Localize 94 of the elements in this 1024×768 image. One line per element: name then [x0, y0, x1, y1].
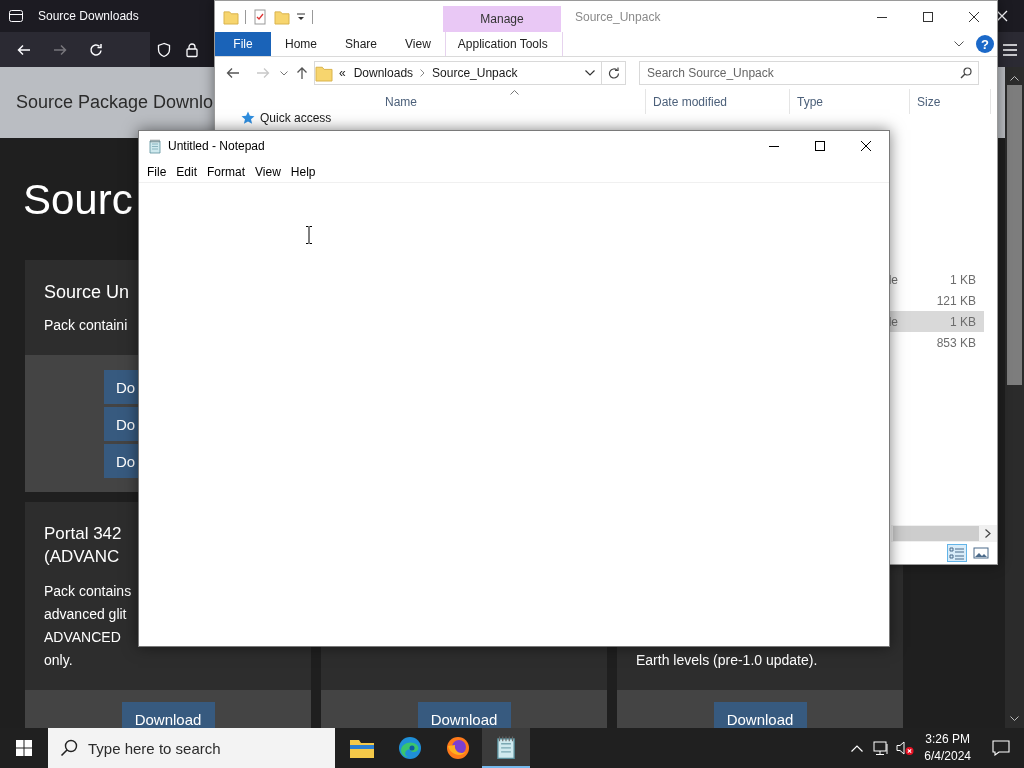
shield-icon[interactable]	[156, 41, 172, 58]
scroll-thumb[interactable]	[1007, 85, 1022, 385]
folder-icon[interactable]	[349, 737, 375, 759]
text-cursor-icon	[305, 226, 313, 244]
column-header[interactable]: Date modified	[646, 89, 790, 114]
download-button[interactable]: Do	[104, 444, 138, 478]
star-icon[interactable]	[241, 111, 255, 125]
file-row[interactable]: le 1 KB	[886, 269, 984, 290]
column-header[interactable]: Name	[378, 89, 646, 114]
nav-item[interactable]: Quick access	[260, 111, 332, 125]
chevron-down-icon[interactable]	[954, 41, 964, 47]
window-title: Source_Unpack	[574, 8, 661, 26]
lock-icon[interactable]	[184, 41, 200, 58]
maximize-icon[interactable]	[815, 141, 825, 151]
chevron-right-icon	[420, 69, 426, 77]
chevron-up-icon[interactable]	[851, 744, 864, 752]
close-icon[interactable]	[969, 11, 979, 22]
card-title: Portal 342	[44, 523, 122, 545]
table-cell-text: 853 KB	[935, 334, 977, 352]
context-tab-header: Manage	[443, 6, 561, 32]
table-cell-text: le	[888, 271, 899, 289]
menu-item[interactable]: Edit	[171, 162, 203, 181]
table-cell-text: 1 KB	[949, 313, 977, 331]
recent-locations-icon[interactable]	[280, 70, 288, 76]
tab-list-icon[interactable]	[8, 8, 24, 24]
search-icon[interactable]	[960, 67, 972, 79]
dropdown-icon[interactable]	[585, 70, 595, 76]
table-cell-text: 1 KB	[949, 271, 977, 289]
page-heading: Sourc	[23, 175, 133, 225]
volume-muted-icon[interactable]	[896, 740, 915, 756]
clock-date: 6/4/2024	[924, 748, 971, 765]
card-description: only.	[44, 651, 73, 670]
back-icon[interactable]	[226, 67, 240, 79]
dropdown-icon[interactable]	[296, 11, 306, 22]
menu-icon[interactable]	[1003, 43, 1017, 56]
ribbon-tab[interactable]: Share	[331, 32, 392, 56]
sort-caret-icon[interactable]	[510, 90, 519, 95]
refresh-icon[interactable]	[607, 67, 620, 79]
clock[interactable]: 3:26 PM 6/4/2024	[917, 731, 978, 765]
ribbon-tab[interactable]: File	[215, 32, 271, 56]
ribbon-tab[interactable]: View	[391, 32, 445, 56]
address-field[interactable]: « Downloads Source_Unpack	[314, 61, 626, 85]
site-title: Source Package Downlo	[16, 92, 214, 113]
card-description: advanced glit	[44, 605, 127, 624]
flame-globe-icon[interactable]	[446, 736, 470, 760]
taskbar-button[interactable]	[482, 728, 530, 768]
network-icon[interactable]	[873, 740, 890, 756]
maximize-icon[interactable]	[923, 11, 933, 22]
download-button[interactable]: Download	[713, 702, 807, 728]
ribbon-tab[interactable]: Application Tools	[444, 32, 563, 56]
column-header[interactable]: Type	[790, 89, 910, 114]
breadcrumb[interactable]: Source_Unpack	[428, 66, 522, 80]
card-description: Earth levels (pre-1.0 update).	[636, 651, 818, 670]
help-button[interactable]: ?	[976, 35, 994, 53]
download-button[interactable]: Do	[104, 407, 138, 441]
download-button[interactable]: Download	[121, 702, 215, 728]
column-header[interactable]: Size	[910, 89, 991, 114]
card-title: Source Un	[44, 281, 130, 304]
close-icon[interactable]	[861, 141, 871, 151]
table-cell-text: le	[888, 313, 899, 331]
menu-item[interactable]: View	[250, 162, 286, 181]
search-field[interactable]: Search Source_Unpack	[639, 61, 979, 85]
table-cell-text: 121 KB	[935, 292, 977, 310]
breadcrumb[interactable]: Downloads	[349, 66, 418, 80]
menu-item[interactable]: File	[142, 162, 172, 181]
up-icon[interactable]	[296, 66, 308, 80]
search-icon[interactable]	[60, 739, 78, 757]
card-description: Pack containi	[44, 316, 128, 334]
download-button[interactable]: Do	[104, 370, 138, 404]
reload-icon[interactable]	[88, 41, 104, 58]
swirl-icon[interactable]	[398, 736, 422, 760]
scroll-up-icon[interactable]	[1010, 75, 1019, 81]
checklist-icon[interactable]	[252, 8, 268, 25]
window-title: Untitled - Notepad	[168, 139, 265, 153]
menu-item[interactable]: Help	[285, 162, 321, 181]
card-description: ADVANCED	[44, 628, 121, 647]
speech-bubble-icon[interactable]	[992, 740, 1010, 756]
scrollbar[interactable]	[1005, 67, 1024, 728]
download-button[interactable]: Download	[417, 702, 511, 728]
menu-item[interactable]: Format	[202, 162, 251, 181]
card-title: (ADVANC	[44, 546, 120, 568]
horizontal-scrollbar[interactable]	[891, 525, 997, 542]
tab-title: Source Downloads	[38, 9, 139, 23]
file-row[interactable]: 121 KB	[886, 290, 984, 311]
clock-time: 3:26 PM	[925, 731, 970, 748]
scroll-right-icon[interactable]	[985, 529, 991, 538]
card-description: Pack contains	[44, 582, 132, 601]
file-row[interactable]: 853 KB	[886, 332, 984, 353]
ribbon-tab[interactable]: Home	[271, 32, 331, 56]
scroll-thumb[interactable]	[893, 526, 979, 541]
address-bar[interactable]	[150, 32, 214, 67]
breadcrumb-overflow[interactable]: «	[333, 66, 350, 80]
search-field[interactable]: Type here to search	[48, 728, 335, 768]
scroll-down-icon[interactable]	[1010, 716, 1019, 722]
